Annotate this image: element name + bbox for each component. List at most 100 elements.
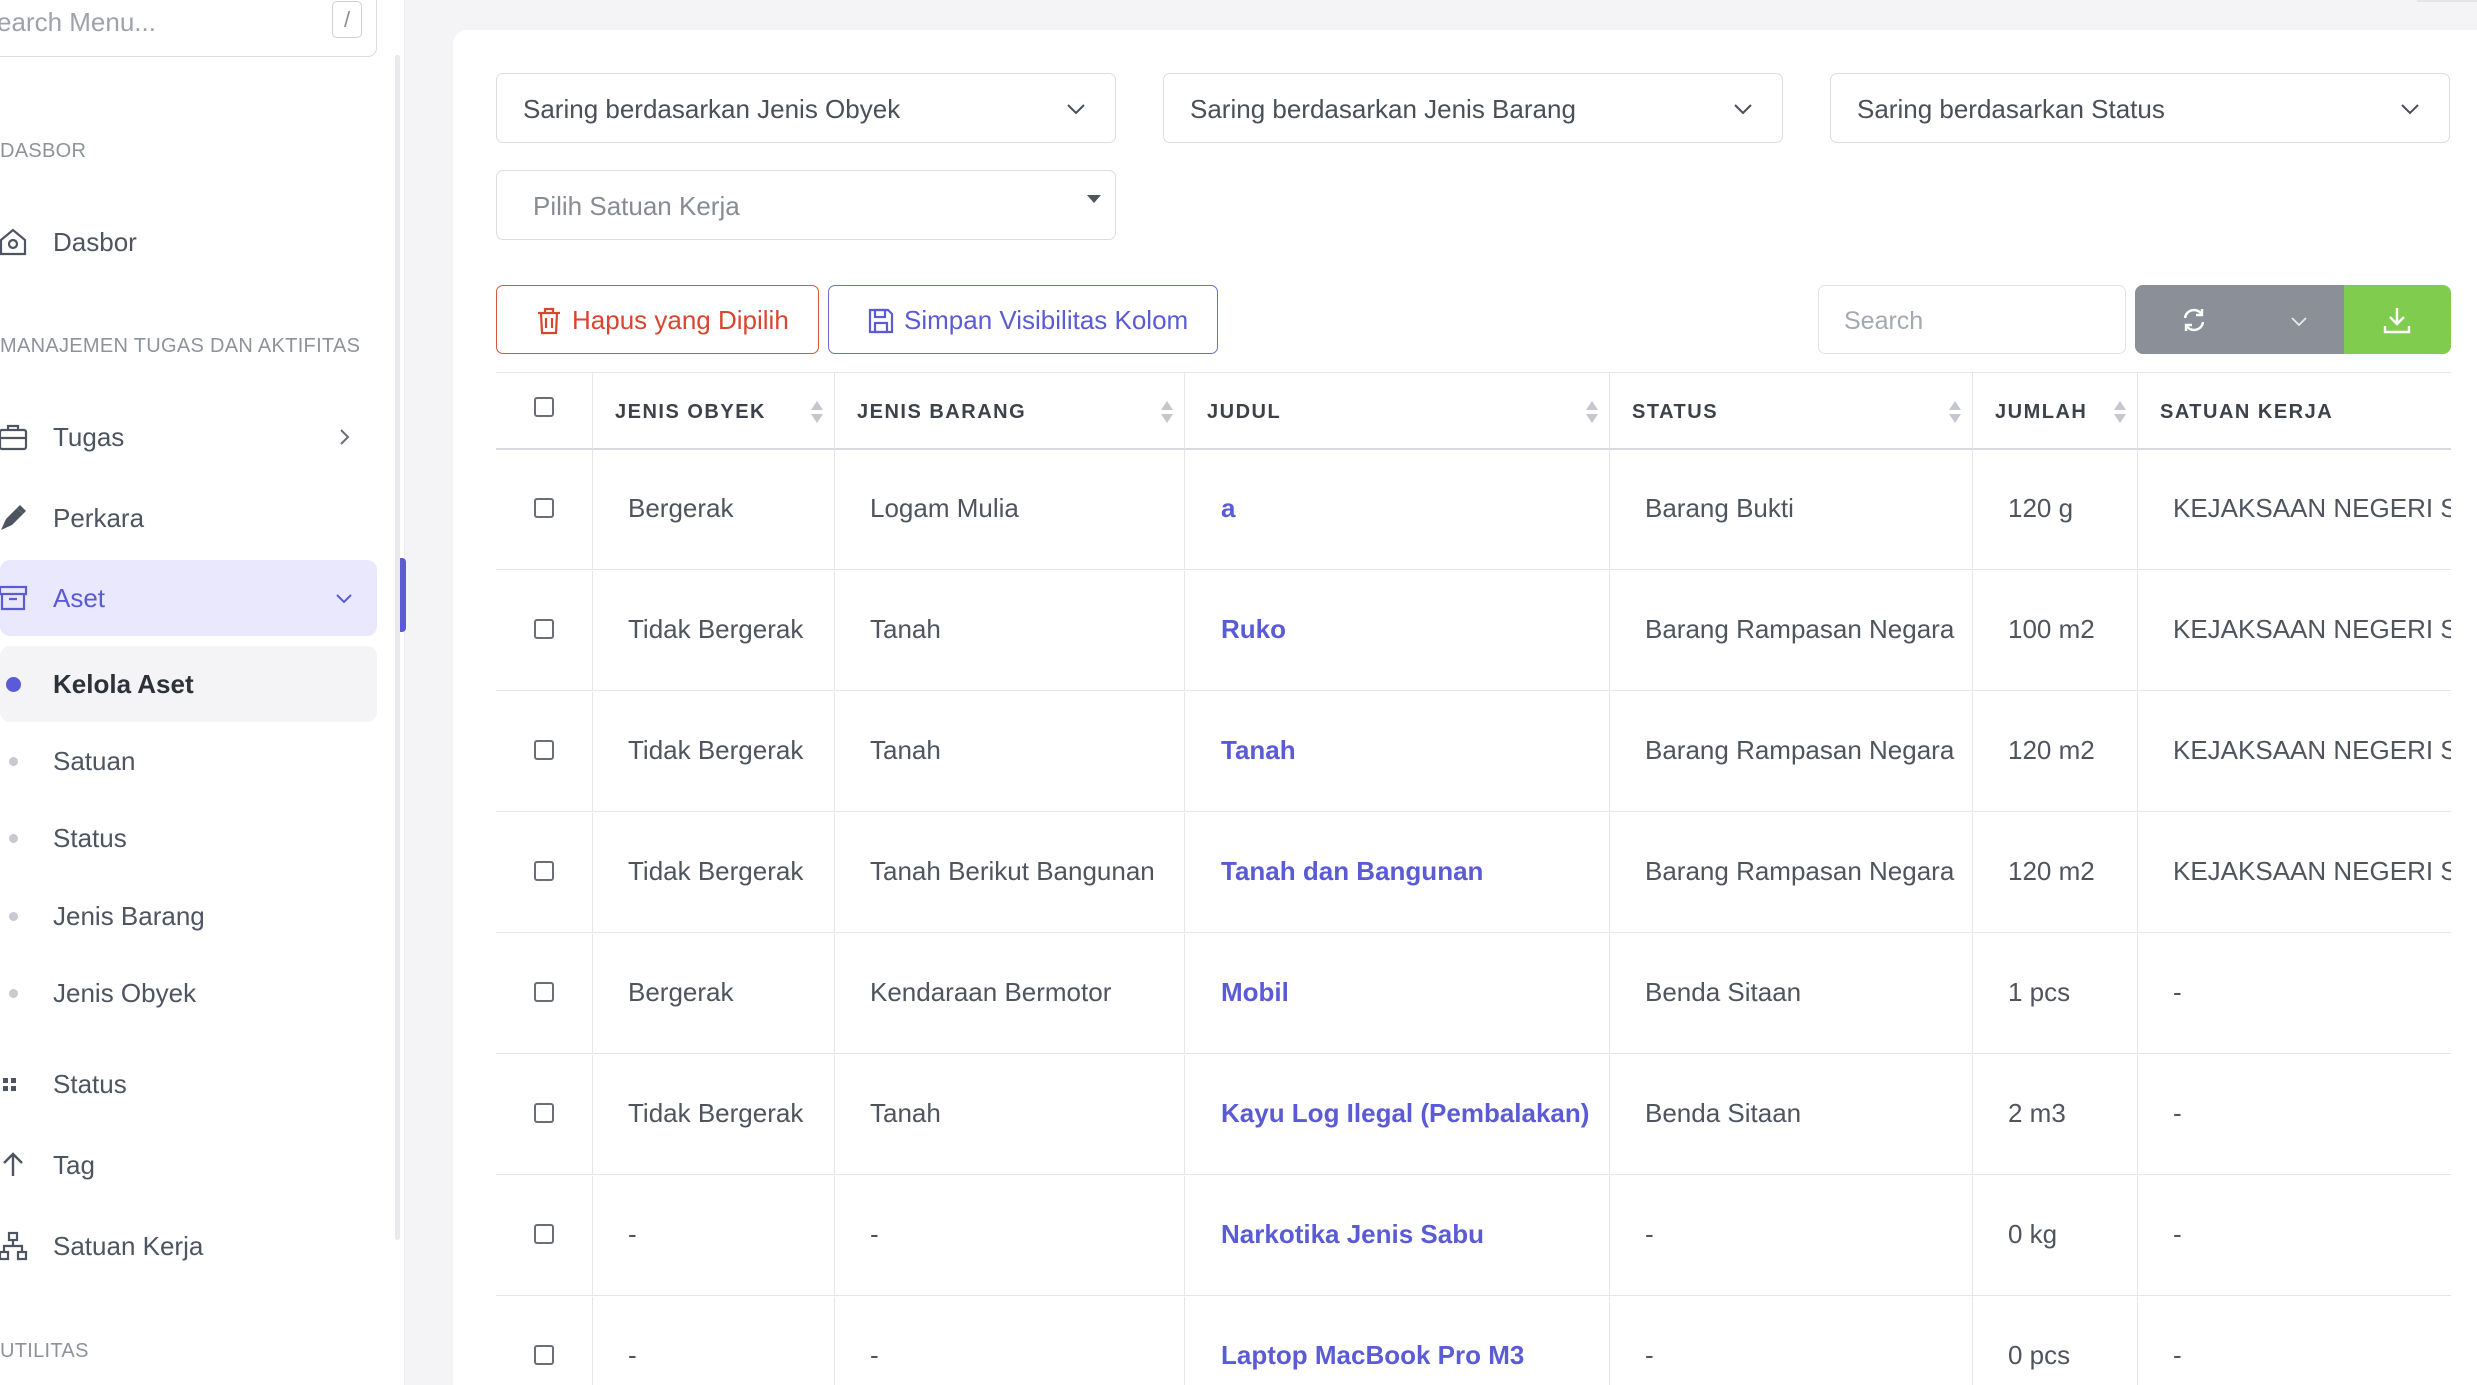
chevron-down-icon [1734,104,1752,115]
asset-title-link[interactable]: Mobil [1221,977,1289,1008]
sidebar-subitem-jenis-barang[interactable]: Jenis Barang [0,878,377,954]
bullet-dot-icon [9,911,18,921]
table-search-input[interactable]: Search [1818,285,2126,354]
header-jumlah[interactable]: JUMLAH [1972,373,2137,449]
asset-title-link[interactable]: Narkotika Jenis Sabu [1221,1219,1484,1250]
cell-status: Barang Bukti [1609,450,1972,570]
cell-jenis-barang: - [834,1297,1184,1385]
row-select-cell [496,571,592,691]
cell-jenis-barang: Logam Mulia [834,450,1184,570]
sidebar-item-status[interactable]: Status [0,1046,377,1122]
sidebar-subitem-kelola-aset[interactable]: Kelola Aset [0,646,377,722]
asset-title-link[interactable]: Laptop MacBook Pro M3 [1221,1340,1524,1371]
download-button[interactable] [2344,285,2451,354]
assets-table: JENIS OBYEK JENIS BARANG JUDUL STATUS JU… [496,372,2451,1385]
cell-jenis-barang: Tanah [834,1055,1184,1175]
sort-icon [1161,401,1173,423]
header-jenis-barang[interactable]: JENIS BARANG [834,373,1184,449]
trash-icon [538,307,560,335]
cell-status: Benda Sitaan [1609,1055,1972,1175]
cell-text: Benda Sitaan [1645,1098,1802,1128]
top-divider [2417,0,2477,2]
cell-text: - [1645,1340,1654,1370]
sidebar-item-tag[interactable]: Tag [0,1127,377,1203]
chevron-down-icon[interactable] [2289,311,2309,331]
filter-jenis-obyek-select[interactable]: Saring berdasarkan Jenis Obyek [496,73,1116,143]
menu-search-input[interactable]: earch Menu... / [0,0,377,57]
cell-judul: Kayu Log Ilegal (Pembalakan) [1184,1055,1609,1175]
asset-title-link[interactable]: Kayu Log Ilegal (Pembalakan) [1221,1098,1589,1129]
asset-title-link[interactable]: Tanah dan Bangunan [1221,856,1483,887]
refresh-icon[interactable] [2179,305,2209,335]
cell-jenis-barang: Tanah [834,571,1184,691]
table-row: Tidak Bergerak Tanah Ruko Barang Rampasa… [496,571,2451,691]
filter-jenis-barang-select[interactable]: Saring berdasarkan Jenis Barang [1163,73,1783,143]
sidebar-subitem-status[interactable]: Status [0,800,377,876]
select-all-checkbox[interactable] [534,397,554,417]
filter-jenis-barang-value: Saring berdasarkan Jenis Barang [1190,94,1576,124]
cell-jenis-barang: - [834,1176,1184,1296]
cell-text: Tidak Bergerak [628,856,804,886]
sidebar-scrollbar[interactable] [395,55,400,1240]
cell-satuan-kerja: KEJAKSAAN NEGERI SER [2137,813,2451,933]
cell-text: Barang Rampasan Negara [1645,735,1955,765]
header-status[interactable]: STATUS [1609,373,1972,449]
row-checkbox[interactable] [534,740,554,760]
row-checkbox[interactable] [534,498,554,518]
section-heading-utilitas: UTILITAS [0,1340,89,1362]
header-judul[interactable]: JUDUL [1184,373,1609,449]
filter-status-select[interactable]: Saring berdasarkan Status [1830,73,2450,143]
pen-nib-icon [0,501,30,535]
search-shortcut-key: / [332,1,362,38]
sidebar-subitem-jenis-obyek[interactable]: Jenis Obyek [0,955,377,1031]
satuan-kerja-placeholder: Pilih Satuan Kerja [533,191,740,221]
cell-jenis-obyek: Tidak Bergerak [592,692,834,812]
header-label: JENIS BARANG [857,401,1027,423]
asset-title-link[interactable]: Tanah [1221,735,1296,766]
chevron-right-icon [340,429,350,445]
refresh-button-group[interactable] [2135,285,2344,354]
row-select-cell [496,1055,592,1175]
section-heading-manajemen: MANAJEMEN TUGAS DAN AKTIFITAS [0,335,361,357]
cell-text: 120 m2 [2008,856,2095,886]
row-checkbox[interactable] [534,861,554,881]
cell-judul: a [1184,450,1609,570]
cell-satuan-kerja: KEJAKSAAN NEGERI SER [2137,450,2451,570]
sidebar-item-satuan-kerja[interactable]: Satuan Kerja [0,1208,377,1284]
table-header: JENIS OBYEK JENIS BARANG JUDUL STATUS JU… [496,372,2451,450]
cell-text: Tidak Bergerak [628,735,804,765]
row-select-cell [496,934,592,1054]
asset-title-link[interactable]: a [1221,493,1235,524]
sort-icon [811,401,823,423]
bullet-dot-icon [9,833,18,843]
row-checkbox[interactable] [534,1103,554,1123]
table-row: Bergerak Kendaraan Bermotor Mobil Benda … [496,934,2451,1054]
cell-text: 120 m2 [2008,735,2095,765]
cell-jenis-obyek: Tidak Bergerak [592,813,834,933]
row-checkbox[interactable] [534,1224,554,1244]
sort-icon [1586,401,1598,423]
save-column-visibility-button[interactable]: Simpan Visibilitas Kolom [828,285,1218,354]
cell-text: Tanah Berikut Bangunan [870,856,1155,886]
cell-judul: Mobil [1184,934,1609,1054]
cell-status: - [1609,1176,1972,1296]
cell-text: Tanah [870,614,941,644]
delete-selected-button[interactable]: Hapus yang Dipilih [496,285,819,354]
sidebar-item-label: Dasbor [53,226,137,257]
asset-title-link[interactable]: Ruko [1221,614,1286,645]
sidebar-item-tugas[interactable]: Tugas [0,399,377,475]
header-satuan-kerja[interactable]: SATUAN KERJA [2137,373,2451,449]
menu-search-placeholder: earch Menu... [0,7,156,37]
sidebar-item-perkara[interactable]: Perkara [0,480,377,556]
sidebar-subitem-satuan[interactable]: Satuan [0,723,377,799]
row-select-cell [496,1297,592,1385]
row-checkbox[interactable] [534,1345,554,1365]
row-checkbox[interactable] [534,619,554,639]
sidebar-item-dasbor[interactable]: Dasbor [0,204,377,280]
cell-text: - [2173,1340,2182,1370]
arrow-up-icon [0,1148,30,1182]
row-checkbox[interactable] [534,982,554,1002]
satuan-kerja-select[interactable]: Pilih Satuan Kerja [496,170,1116,240]
header-jenis-obyek[interactable]: JENIS OBYEK [592,373,834,449]
sidebar-item-aset[interactable]: Aset [0,560,377,636]
